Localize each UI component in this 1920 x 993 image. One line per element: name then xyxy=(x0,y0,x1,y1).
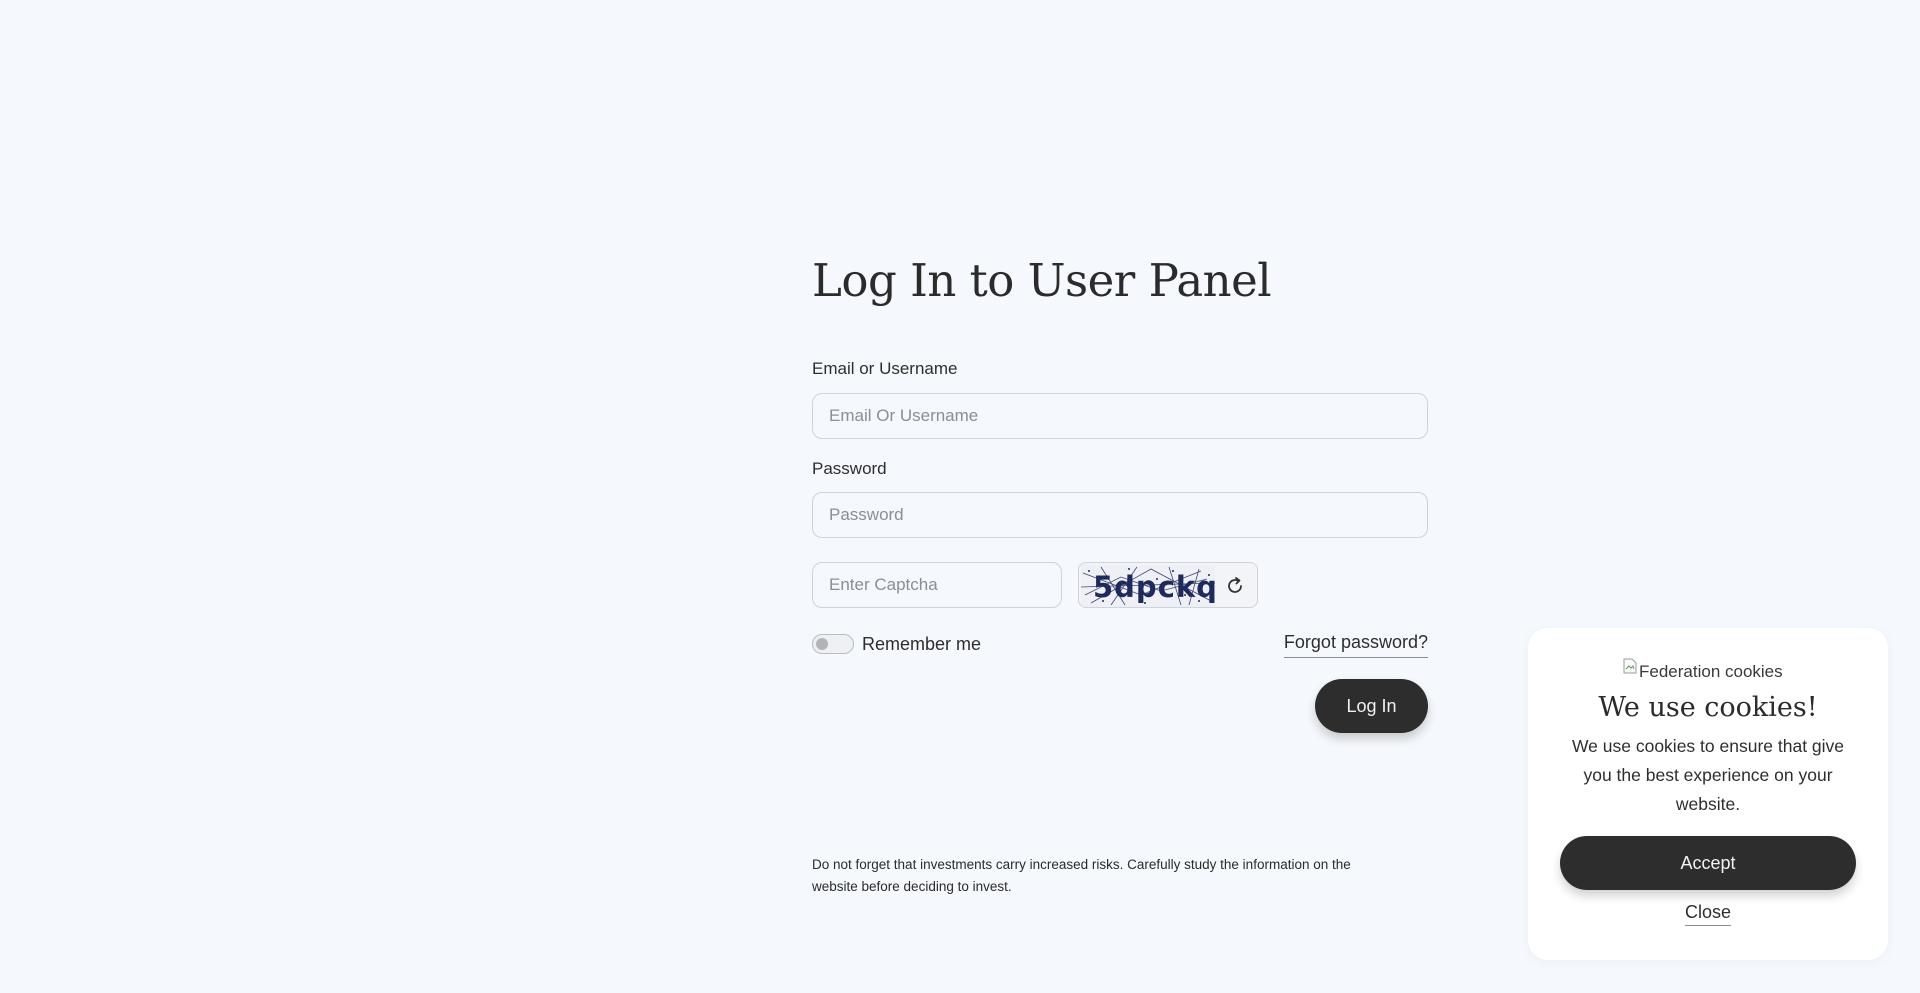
captcha-image: 5dpckq xyxy=(1081,565,1215,607)
cookie-image-alt: Federation cookies xyxy=(1639,662,1783,681)
close-cookie-container: Close xyxy=(1528,902,1888,926)
close-cookie-link[interactable]: Close xyxy=(1684,902,1732,926)
remember-me-row: Remember me xyxy=(812,632,981,656)
risk-disclaimer: Do not forget that investments carry inc… xyxy=(812,857,1351,894)
toggle-knob xyxy=(816,638,828,650)
broken-image-icon xyxy=(1623,658,1637,674)
login-button[interactable]: Log In xyxy=(1315,679,1428,733)
cookie-banner: Federation cookies We use cookies! We us… xyxy=(1528,628,1888,960)
captcha-input[interactable] xyxy=(812,562,1062,608)
remember-me-label[interactable]: Remember me xyxy=(862,634,981,655)
captcha-box: 5dpckq xyxy=(1078,562,1258,608)
cookie-image: Federation cookies xyxy=(1623,658,1783,683)
email-label: Email or Username xyxy=(812,359,958,378)
password-input[interactable] xyxy=(812,492,1428,538)
forgot-password-link[interactable]: Forgot password? xyxy=(1283,632,1428,658)
email-input[interactable] xyxy=(812,393,1428,439)
accept-cookies-button[interactable]: Accept xyxy=(1560,836,1856,890)
page-title: Log In to User Panel xyxy=(812,254,1272,307)
password-label: Password xyxy=(812,459,887,478)
cookie-text: We use cookies to ensure that give you t… xyxy=(1571,736,1845,814)
captcha-code: 5dpckq xyxy=(1093,570,1215,604)
login-panel: Log In to User Panel Email or Username P… xyxy=(812,250,1428,894)
cookie-title: We use cookies! xyxy=(1598,692,1818,723)
refresh-icon[interactable] xyxy=(1223,574,1247,598)
remember-me-toggle[interactable] xyxy=(812,634,854,654)
